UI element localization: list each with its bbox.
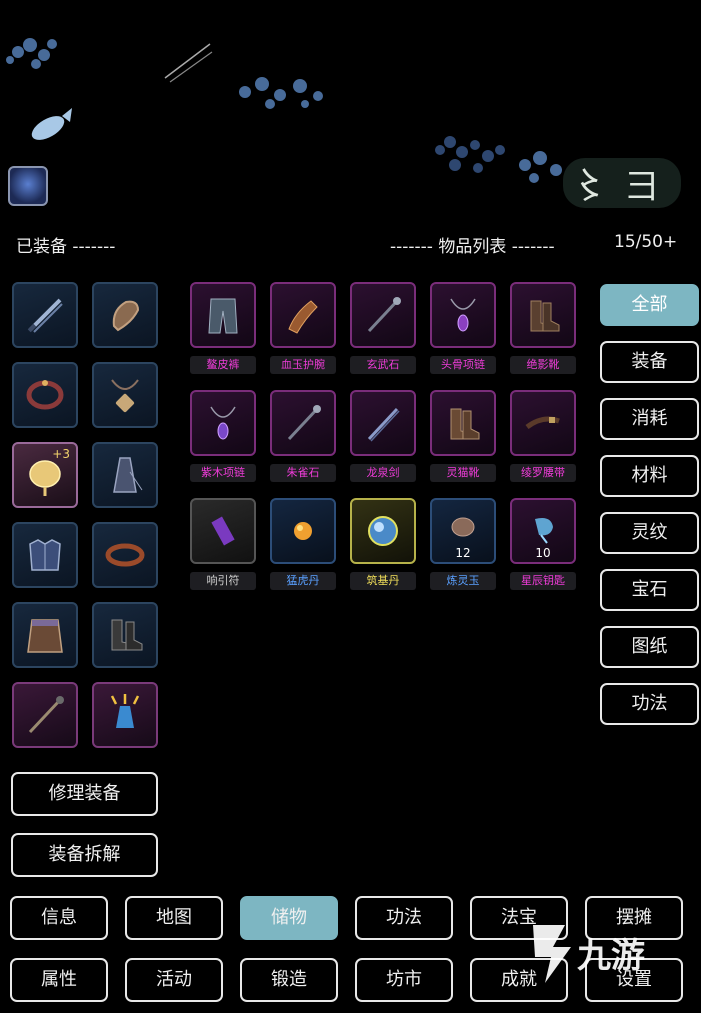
pill-icon — [294, 522, 312, 540]
item-name-label: 响引符 — [190, 572, 256, 590]
dismantle-equipment-button[interactable]: 装备拆解 — [11, 833, 158, 877]
item-slot[interactable] — [430, 390, 496, 456]
equip-slot-skirt[interactable] — [12, 602, 78, 668]
bracer-icon — [288, 300, 318, 334]
item-slot[interactable] — [190, 390, 256, 456]
scene-background: 〻 彐 — [0, 0, 701, 215]
staff-icon — [287, 405, 321, 441]
item-name-label: 灵猫靴 — [430, 464, 496, 482]
equip-slot-amulet[interactable] — [92, 362, 158, 428]
item-name-label: 星辰钥匙 — [510, 572, 576, 590]
ring-icon — [26, 380, 64, 410]
tab-blueprints[interactable]: 图纸 — [600, 626, 699, 668]
boots-icon — [530, 300, 560, 332]
belt-icon — [105, 543, 145, 567]
boots-icon — [450, 408, 480, 440]
watermark-logo: 九游 — [533, 925, 645, 983]
nav-techniques[interactable]: 功法 — [355, 896, 453, 940]
nav-attributes[interactable]: 属性 — [10, 958, 108, 1002]
amulet-icon — [111, 379, 139, 413]
nav-events[interactable]: 活动 — [125, 958, 223, 1002]
item-name-label: 紫木项链 — [190, 464, 256, 482]
item-name-label: 筑基丹 — [350, 572, 416, 590]
tab-all[interactable]: 全部 — [600, 284, 699, 326]
equipped-header: 已装备 ------- — [16, 237, 116, 257]
item-name-label: 头骨项链 — [430, 356, 496, 374]
item-slot[interactable] — [190, 282, 256, 348]
repair-equipment-button[interactable]: 修理装备 — [11, 772, 158, 816]
svg-text:彐: 彐 — [625, 167, 659, 207]
inventory-capacity: 15/50+ — [614, 232, 678, 252]
equip-slot-belt[interactable] — [92, 522, 158, 588]
item-quantity: 10 — [535, 546, 551, 560]
equip-slot-ring[interactable] — [12, 362, 78, 428]
staff-icon — [28, 696, 64, 734]
talisman-icon — [211, 516, 235, 546]
item-name-label: 炼灵玉 — [430, 572, 496, 590]
item-slot[interactable]: 12 — [430, 498, 496, 564]
item-name-label: 朱雀石 — [270, 464, 336, 482]
armor-icon — [29, 539, 61, 571]
tab-runes[interactable]: 灵纹 — [600, 512, 699, 554]
item-slot[interactable] — [190, 498, 256, 564]
sword-icon — [367, 407, 400, 442]
robe-icon — [113, 457, 143, 493]
vase-icon — [110, 694, 140, 728]
equip-slot-bracer[interactable] — [92, 282, 158, 348]
item-slot[interactable] — [350, 390, 416, 456]
player-avatar[interactable] — [8, 166, 48, 206]
item-slot[interactable] — [350, 498, 416, 564]
item-name-label: 绝影靴 — [510, 356, 576, 374]
item-quantity: 12 — [455, 546, 471, 560]
item-slot[interactable] — [430, 282, 496, 348]
item-slot[interactable] — [270, 498, 336, 564]
bracer-icon — [112, 300, 140, 332]
nav-forge[interactable]: 锻造 — [240, 958, 338, 1002]
item-name-label: 玄武石 — [350, 356, 416, 374]
equip-slot-sword[interactable] — [12, 282, 78, 348]
item-slot[interactable] — [510, 390, 576, 456]
pants-icon — [208, 298, 238, 334]
nav-map[interactable]: 地图 — [125, 896, 223, 940]
necklace-icon — [210, 406, 236, 440]
item-name-label: 绫罗腰带 — [510, 464, 576, 482]
equip-slot-armor[interactable] — [12, 522, 78, 588]
svg-text:〻: 〻 — [572, 166, 608, 207]
equip-slot-fan[interactable]: +3 — [12, 442, 78, 508]
item-name-label: 猛虎丹 — [270, 572, 336, 590]
equip-slot-staff[interactable] — [12, 682, 78, 748]
boots-icon — [111, 619, 143, 651]
nav-info[interactable]: 信息 — [10, 896, 108, 940]
item-slot[interactable] — [510, 282, 576, 348]
item-name-label: 龙泉剑 — [350, 464, 416, 482]
item-list-header: ------- 物品列表 ------- — [390, 237, 555, 257]
item-slot[interactable]: 10 — [510, 498, 576, 564]
item-slot[interactable] — [350, 282, 416, 348]
equip-slot-robe[interactable] — [92, 442, 158, 508]
tab-techniques[interactable]: 功法 — [600, 683, 699, 725]
tab-materials[interactable]: 材料 — [600, 455, 699, 497]
item-name-label: 鳌皮裤 — [190, 356, 256, 374]
orb-icon — [368, 516, 398, 546]
tab-consumables[interactable]: 消耗 — [600, 398, 699, 440]
tab-equipment[interactable]: 装备 — [600, 341, 699, 383]
tab-gems[interactable]: 宝石 — [600, 569, 699, 611]
item-slot[interactable] — [270, 390, 336, 456]
equip-slot-vase[interactable] — [92, 682, 158, 748]
belt-icon — [525, 416, 560, 430]
item-name-label: 血玉护腕 — [270, 356, 336, 374]
staff-icon — [367, 297, 401, 333]
skirt-icon — [27, 619, 63, 653]
enhance-badge: +3 — [52, 447, 70, 461]
nav-market[interactable]: 坊市 — [355, 958, 453, 1002]
item-slot[interactable] — [270, 282, 336, 348]
necklace-icon — [450, 298, 476, 332]
sword-icon — [27, 298, 63, 333]
nav-storage[interactable]: 储物 — [240, 896, 338, 940]
equip-slot-boots[interactable] — [92, 602, 158, 668]
watermark-text: 九游 — [577, 936, 645, 976]
